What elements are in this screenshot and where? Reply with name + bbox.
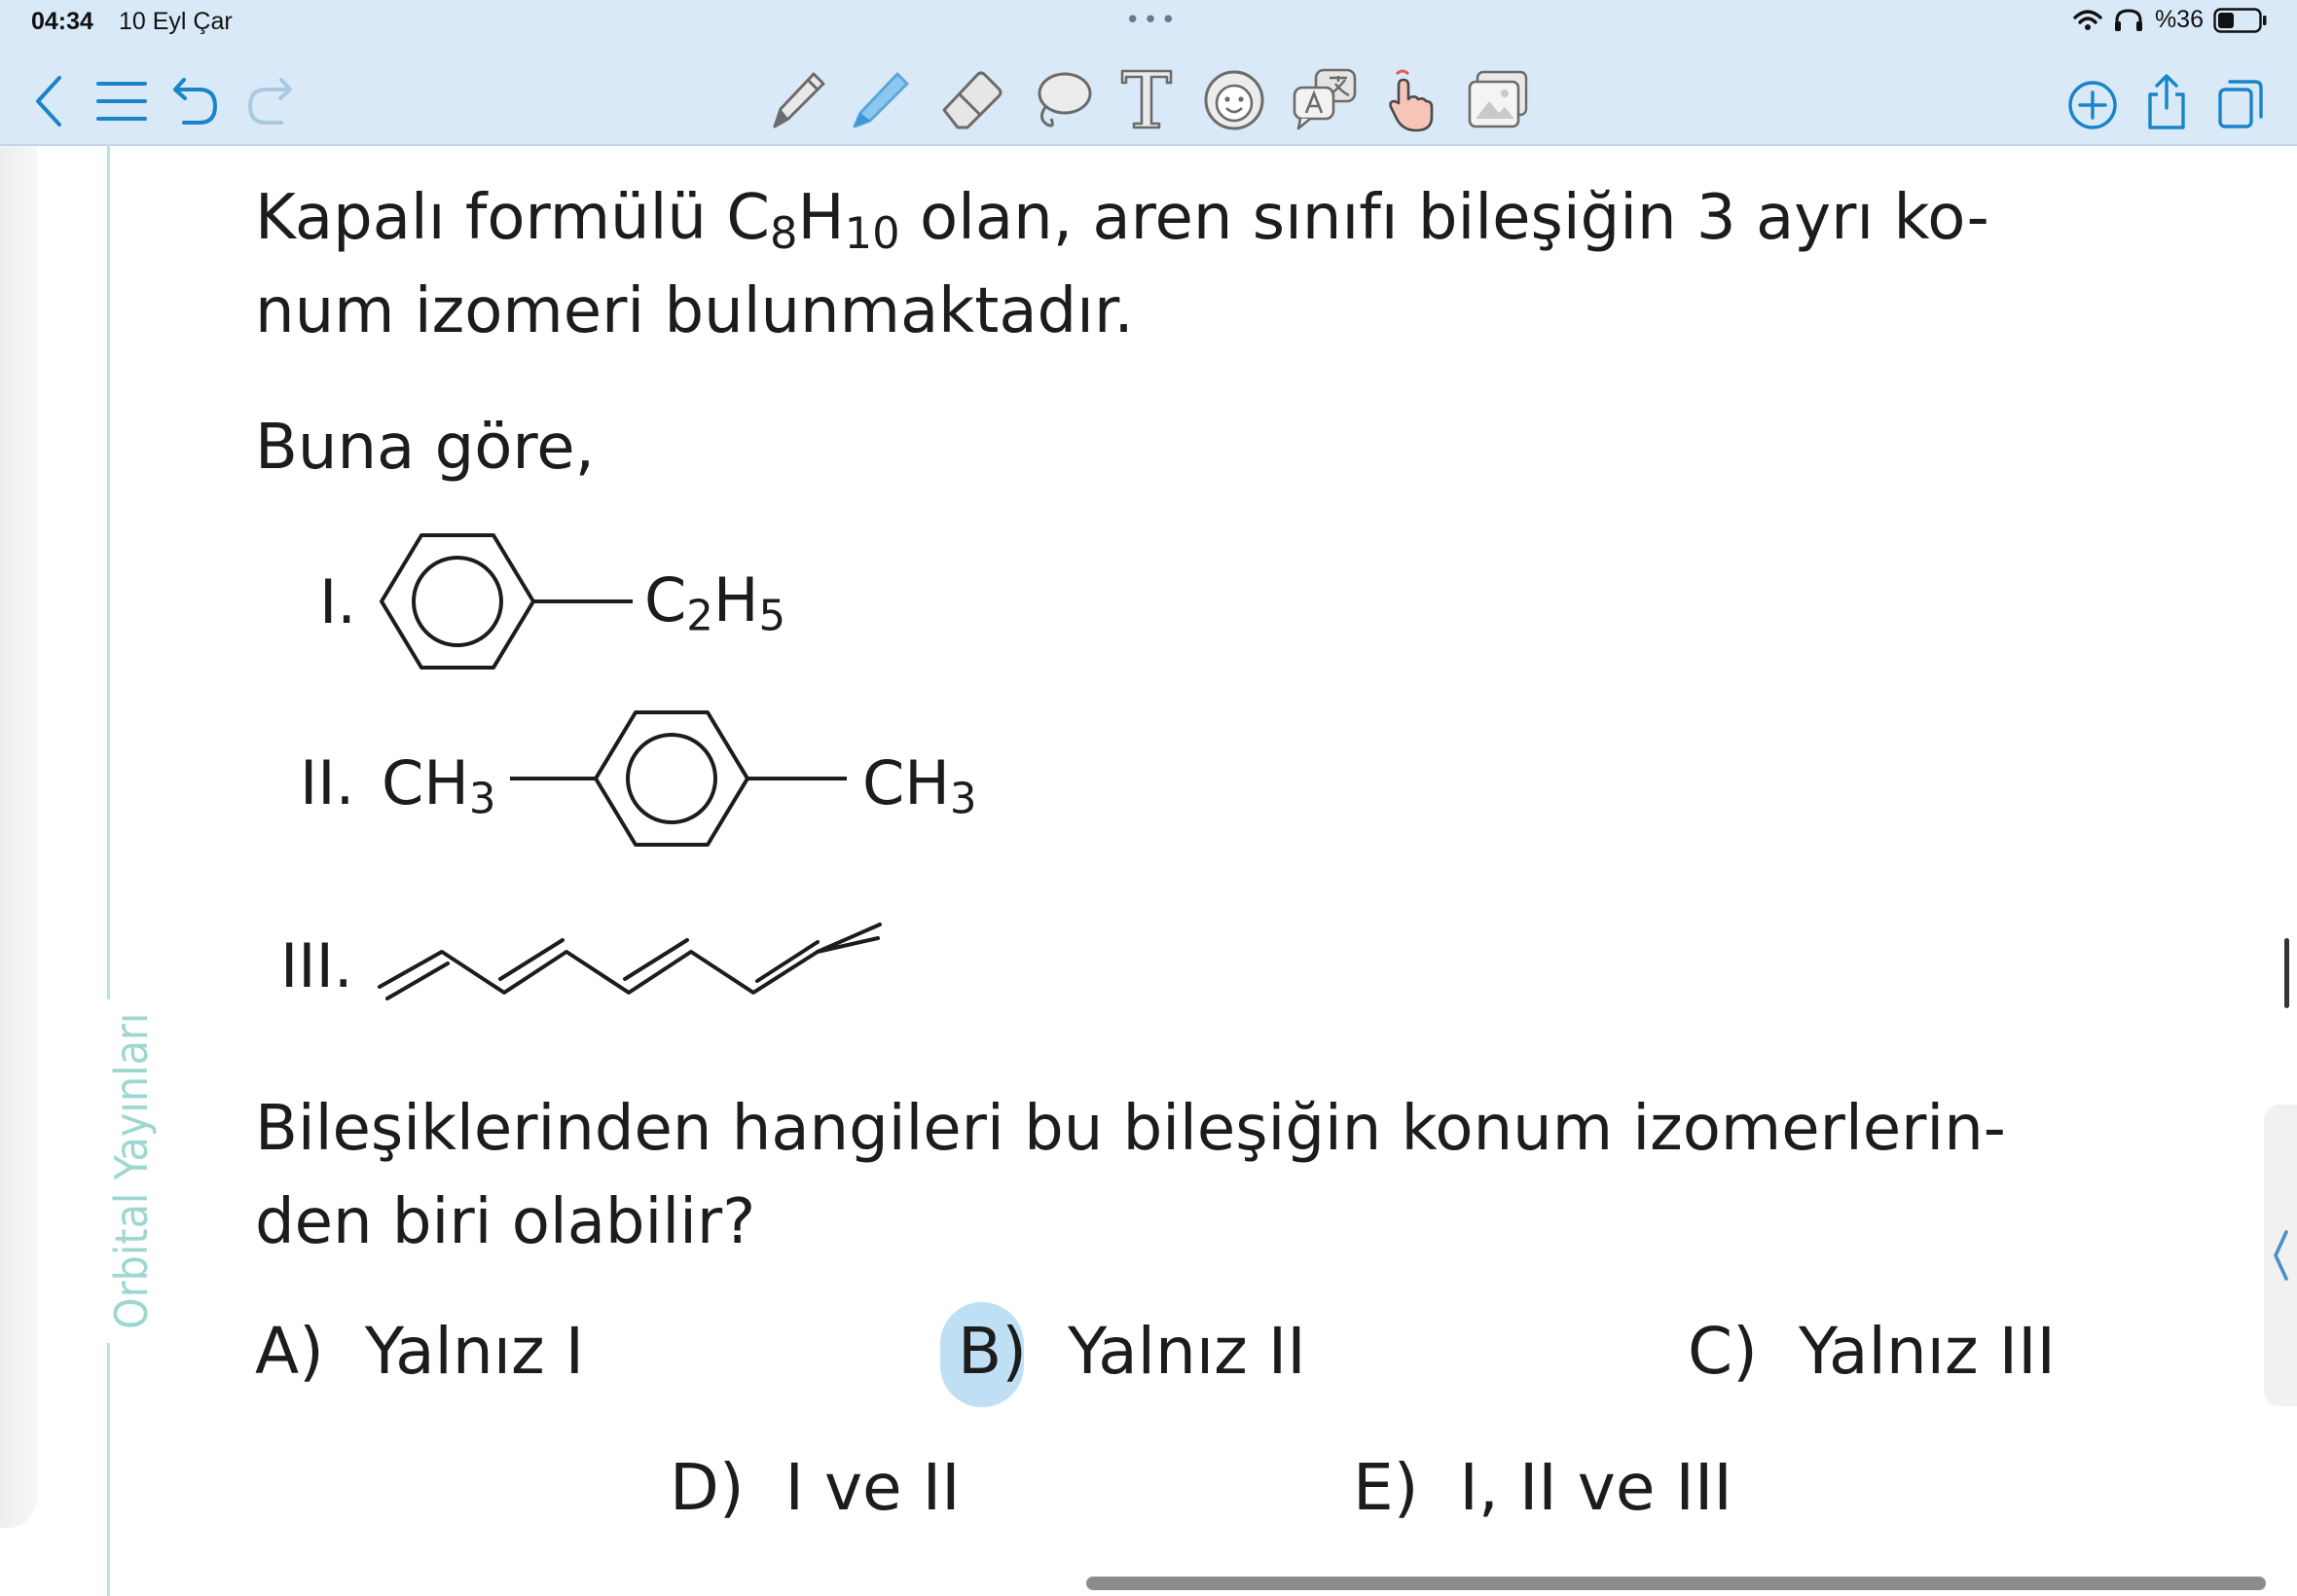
- share-icon: [2148, 74, 2185, 129]
- subscript: 8: [769, 206, 798, 259]
- compound-i-label: I.: [319, 566, 356, 637]
- add-icon: [2068, 81, 2117, 129]
- subscript: 5: [758, 592, 786, 641]
- question-text: Kapalı formülü C: [255, 182, 770, 254]
- eraser-tool-button[interactable]: [936, 64, 1008, 134]
- status-date: 10 Eyl Çar: [119, 8, 233, 35]
- pencil-icon: [773, 72, 825, 128]
- formula-text: CH: [862, 747, 950, 818]
- previous-page-edge: [0, 146, 37, 1528]
- lasso-icon: [1038, 72, 1092, 127]
- text-tool-icon: [1120, 69, 1173, 129]
- subscript: 3: [949, 775, 977, 824]
- undo-icon: [173, 78, 218, 125]
- horizontal-scrollbar[interactable]: [1086, 1577, 2266, 1590]
- option-text: I, II ve III: [1459, 1450, 1732, 1525]
- sticker-tool-button[interactable]: [1199, 66, 1269, 134]
- methyl-group-right: CH3: [862, 747, 977, 824]
- formula-text: C: [644, 564, 687, 635]
- option-letter: D): [670, 1450, 745, 1525]
- option-text: Yalnız II: [1068, 1314, 1306, 1389]
- option-a[interactable]: A) Yalnız I: [255, 1314, 584, 1389]
- option-text: I ve II: [784, 1450, 961, 1525]
- redo-button[interactable]: [241, 72, 298, 130]
- methyl-group-left: CH3: [382, 747, 496, 824]
- question-text: olan, aren sınıfı bileşiğin 3 ayrı ko-: [899, 182, 1989, 254]
- publisher-watermark: Orbital Yayınları: [105, 998, 158, 1343]
- formula-text: CH: [382, 747, 469, 818]
- lasso-tool-button[interactable]: [1028, 66, 1096, 134]
- redo-icon: [247, 78, 292, 125]
- status-time: 04:34: [31, 8, 93, 35]
- question-text: H: [797, 182, 845, 254]
- pages-button[interactable]: [2213, 74, 2268, 132]
- subscript: 2: [686, 592, 713, 641]
- question-line-3: Bileşiklerinden hangileri bu bileşiğin k…: [255, 1093, 2006, 1165]
- benzene-ring-i: [380, 533, 633, 670]
- battery-percentage: %36: [2154, 6, 2204, 33]
- battery-icon: [2213, 7, 2267, 33]
- chevron-left-icon: [36, 76, 61, 127]
- subscript: 3: [468, 775, 496, 824]
- compound-ii-label: II.: [300, 747, 355, 818]
- option-letter: E): [1353, 1450, 1419, 1525]
- compound-iii-label: III.: [280, 930, 353, 1001]
- formula-text: H: [712, 564, 759, 635]
- outline-button[interactable]: [91, 74, 152, 128]
- highlighter-tool-button[interactable]: [845, 62, 917, 134]
- chevron-left-icon: [2274, 1230, 2288, 1281]
- list-icon: [96, 82, 147, 121]
- subscript: 10: [844, 206, 900, 259]
- text-tool-button[interactable]: [1115, 64, 1178, 134]
- option-letter: B): [958, 1314, 1028, 1389]
- option-d[interactable]: D) I ve II: [670, 1450, 961, 1525]
- option-letter: C): [1688, 1314, 1758, 1389]
- top-toolbar: 04:34 10 Eyl Çar ••• %36: [0, 0, 2297, 146]
- image-icon: [1468, 70, 1528, 128]
- highlighter-icon: [853, 72, 909, 128]
- add-button[interactable]: [2065, 78, 2120, 132]
- option-text: Yalnız I: [364, 1314, 585, 1389]
- eraser-icon: [942, 71, 1003, 129]
- pages-icon: [2218, 80, 2263, 128]
- pointer-hand-icon: [1389, 69, 1434, 132]
- document-page[interactable]: Orbital Yayınları Kapalı formülü C8H10 o…: [0, 146, 2297, 1596]
- multitasking-dots-icon[interactable]: •••: [1125, 6, 1179, 35]
- pen-tool-button[interactable]: [763, 64, 831, 134]
- translate-tool-button[interactable]: [1289, 64, 1361, 134]
- undo-button[interactable]: [167, 72, 224, 130]
- wifi-icon: [2073, 9, 2102, 30]
- question-line-4: den biri olabilir?: [255, 1186, 756, 1258]
- headphones-icon: [2114, 8, 2142, 31]
- vertical-scrollbar[interactable]: [2284, 938, 2289, 1008]
- margin-line: [107, 146, 110, 1596]
- sidebar-toggle-tab[interactable]: [2264, 1105, 2297, 1406]
- back-button[interactable]: [21, 72, 76, 130]
- option-e[interactable]: E) I, II ve III: [1353, 1450, 1732, 1525]
- octatetraene-chain: [378, 923, 882, 1000]
- status-right: %36: [2073, 6, 2268, 34]
- question-line-2: num izomeri bulunmaktadır.: [255, 275, 1134, 347]
- translate-icon: [1293, 68, 1357, 130]
- option-b[interactable]: B) Yalnız II: [958, 1314, 1306, 1389]
- pointer-tool-button[interactable]: [1380, 62, 1444, 136]
- share-button[interactable]: [2139, 72, 2194, 132]
- sticker-icon: [1204, 70, 1264, 130]
- image-tool-button[interactable]: [1464, 66, 1534, 134]
- option-c[interactable]: C) Yalnız III: [1688, 1314, 2056, 1389]
- option-text: Yalnız III: [1798, 1314, 2057, 1389]
- benzene-ring-ii: [510, 710, 847, 847]
- option-letter: A): [255, 1314, 324, 1389]
- lead-text: Buna göre,: [255, 412, 595, 484]
- ethyl-group: C2H5: [644, 564, 785, 641]
